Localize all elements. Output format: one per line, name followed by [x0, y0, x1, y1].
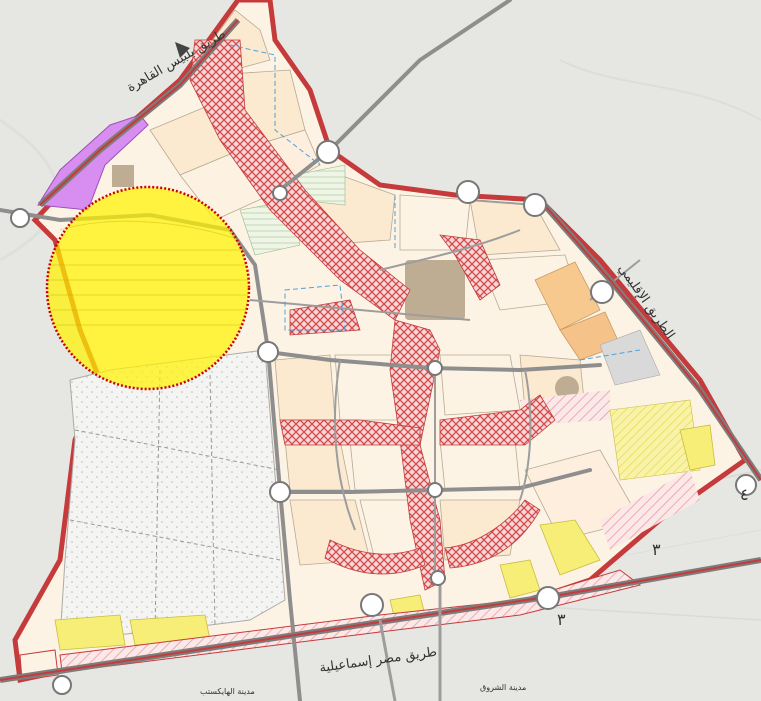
- interchange-icon: [536, 586, 560, 610]
- agricultural-zone: [59, 349, 286, 641]
- interchange-icon: [316, 140, 340, 164]
- interchange-icon: [456, 180, 480, 204]
- interchange-icon: [427, 360, 443, 376]
- interchange-icon: [427, 482, 443, 498]
- land-use-map: طريق بلبيس القاهرة الطريق الإقليمي طريق …: [0, 0, 761, 701]
- city-label-heliopolis: مدينة الهايكستب: [200, 687, 255, 696]
- interchange-icon: [257, 341, 279, 363]
- marker-4: ٤: [740, 485, 749, 504]
- marker-3a: ٣: [652, 540, 661, 559]
- interchange-icon: [523, 193, 547, 217]
- city-label-shorouk: مدينة الشروق: [480, 683, 526, 692]
- marker-3b: ٣: [557, 610, 566, 629]
- interchange-icon: [269, 481, 291, 503]
- industrial-block-2: [112, 165, 134, 187]
- industrial-block-1: [405, 260, 465, 320]
- interchange-icon: [430, 570, 446, 586]
- highlight-circle: [45, 185, 251, 391]
- interchange-icon: [272, 185, 288, 201]
- interchange-icon: [10, 208, 30, 228]
- interchange-icon: [52, 675, 72, 695]
- map-canvas: طريق بلبيس القاهرة الطريق الإقليمي طريق …: [0, 0, 761, 701]
- interchange-icon: [590, 280, 614, 304]
- education-zone-1: [54, 614, 126, 651]
- interchange-icon: [360, 593, 384, 617]
